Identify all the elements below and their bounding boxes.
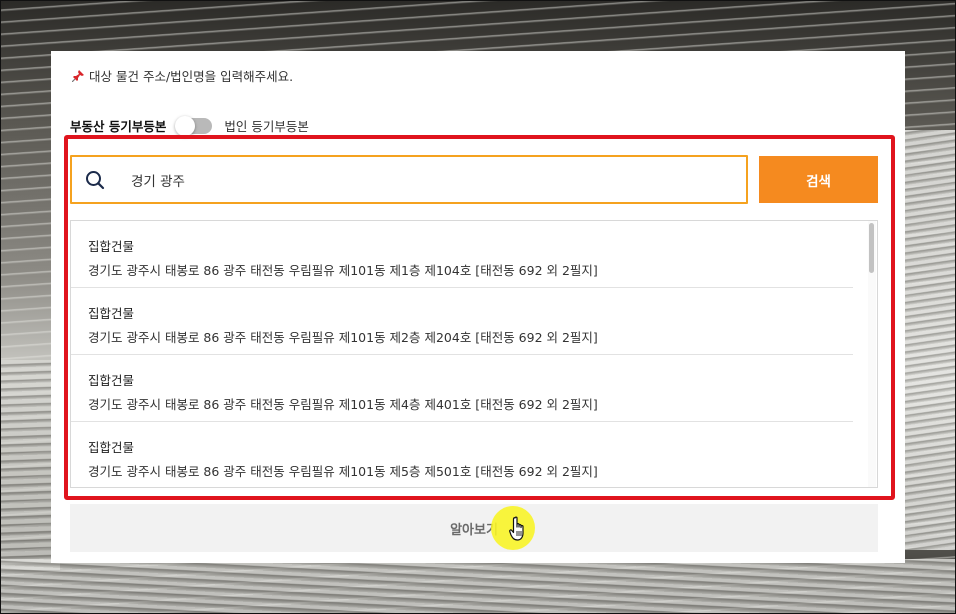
screenshot-frame bbox=[0, 0, 956, 614]
